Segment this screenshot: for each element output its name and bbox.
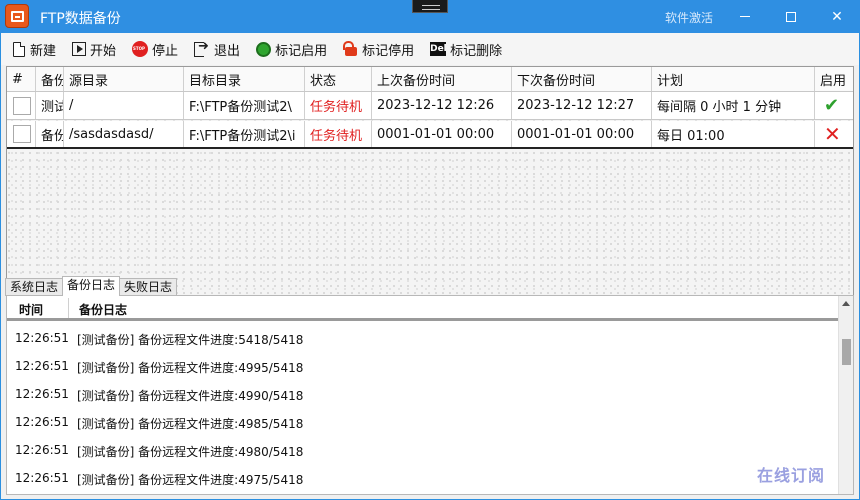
play-icon bbox=[72, 42, 87, 56]
mark-enable-label: 标记启用 bbox=[275, 43, 328, 59]
mark-delete-label: 标记删除 bbox=[450, 43, 503, 59]
task-source: /sasdasdasd/ bbox=[64, 121, 184, 147]
table-row[interactable]: 备份 /sasdasdasd/ F:\FTP备份测试2\i 任务待机 0001-… bbox=[7, 121, 853, 149]
cross-icon[interactable]: ✕ bbox=[824, 122, 841, 146]
new-button[interactable]: 新建 bbox=[11, 40, 56, 59]
col-header-enabled[interactable]: 启用 bbox=[815, 67, 853, 91]
log-message: [测试备份] 备份远程文件进度:5418/5418 bbox=[77, 333, 304, 347]
log-header-time[interactable]: 时间 bbox=[19, 301, 43, 318]
col-header-source[interactable]: 源目录 bbox=[64, 67, 184, 91]
task-last-time: 0001-01-01 00:00 bbox=[372, 121, 512, 147]
scroll-up-icon[interactable] bbox=[842, 301, 850, 306]
tab-failure-log[interactable]: 失败日志 bbox=[119, 278, 178, 296]
log-header: 时间 备份日志 bbox=[7, 296, 839, 321]
col-header-index[interactable]: # bbox=[7, 67, 36, 91]
title-bar[interactable]: FTP数据备份 软件激活 ✕ bbox=[0, 0, 860, 33]
col-header-next[interactable]: 下次备份时间 bbox=[512, 67, 652, 91]
log-message: [测试备份] 备份远程文件进度:4975/5418 bbox=[77, 473, 304, 487]
task-plan: 每间隔 0 小时 1 分钟 bbox=[652, 92, 815, 119]
watermark-text: 在线订阅 bbox=[757, 466, 826, 485]
task-status: 任务待机 bbox=[305, 121, 372, 147]
exit-icon bbox=[194, 39, 210, 57]
col-header-status[interactable]: 状态 bbox=[305, 67, 372, 91]
list-item[interactable]: 12:26:51 [测试备份] 备份远程文件进度:4985/5418 bbox=[7, 408, 837, 436]
new-file-icon bbox=[13, 41, 25, 57]
start-button[interactable]: 开始 bbox=[72, 40, 116, 59]
task-target: F:\FTP备份测试2\i bbox=[184, 121, 305, 147]
new-label: 新建 bbox=[30, 43, 57, 59]
stop-button[interactable]: 停止 bbox=[132, 40, 178, 59]
minimize-button[interactable] bbox=[722, 0, 768, 33]
activate-link[interactable]: 软件激活 bbox=[665, 9, 713, 26]
list-item[interactable]: 12:26:51 [测试备份] 备份远程文件进度:4980/5418 bbox=[7, 436, 837, 464]
window-title: FTP数据备份 bbox=[40, 11, 121, 27]
task-name: 备份 bbox=[36, 121, 64, 147]
stop-label: 停止 bbox=[152, 43, 179, 59]
list-item[interactable]: 12:26:51 [测试备份] 备份远程文件进度:4975/5418 bbox=[7, 464, 837, 492]
col-header-last[interactable]: 上次备份时间 bbox=[372, 67, 512, 91]
log-message: [测试备份] 备份远程文件进度:4985/5418 bbox=[77, 417, 304, 431]
main-area: 新建 开始 停止 退出 标记启用 标记停用 Del 标记删除 # bbox=[1, 33, 859, 499]
app-icon bbox=[5, 4, 29, 28]
list-item[interactable]: 12:26:51 [测试备份] 备份远程文件进度:5418/5418 bbox=[7, 324, 837, 352]
toolbar: 新建 开始 停止 退出 标记启用 标记停用 Del 标记删除 bbox=[1, 33, 859, 65]
task-status: 任务待机 bbox=[305, 92, 372, 119]
task-source: / bbox=[64, 92, 184, 119]
start-label: 开始 bbox=[90, 43, 117, 59]
grid-header: # 备份 源目录 目标目录 状态 上次备份时间 下次备份时间 计划 启用 bbox=[7, 67, 853, 92]
row-checkbox[interactable] bbox=[13, 96, 31, 115]
task-target: F:\FTP备份测试2\ bbox=[184, 92, 305, 119]
log-message: [测试备份] 备份远程文件进度:4995/5418 bbox=[77, 361, 304, 375]
tab-backup-log[interactable]: 备份日志 bbox=[62, 276, 121, 296]
close-button[interactable]: ✕ bbox=[814, 0, 860, 33]
log-message: [测试备份] 备份远程文件进度:4980/5418 bbox=[77, 445, 304, 459]
tab-system-log[interactable]: 系统日志 bbox=[5, 278, 64, 296]
drag-handle[interactable] bbox=[412, 0, 448, 13]
log-time: 12:26:51 bbox=[15, 471, 69, 485]
green-dot-icon bbox=[256, 41, 272, 57]
minimize-icon bbox=[740, 16, 750, 17]
stop-icon bbox=[132, 41, 149, 57]
scroll-thumb[interactable] bbox=[842, 339, 851, 365]
maximize-button[interactable] bbox=[768, 0, 814, 33]
exit-label: 退出 bbox=[214, 43, 241, 59]
mark-disable-label: 标记停用 bbox=[362, 43, 415, 59]
row-checkbox[interactable] bbox=[13, 125, 31, 143]
log-tabs: 系统日志 备份日志 失败日志 bbox=[5, 276, 178, 296]
log-time: 12:26:51 bbox=[15, 415, 69, 429]
log-time: 12:26:51 bbox=[15, 387, 69, 401]
checkmark-icon[interactable]: ✔ bbox=[824, 95, 839, 116]
task-next-time: 2023-12-12 12:27 bbox=[512, 92, 652, 119]
log-message: [测试备份] 备份远程文件进度:4990/5418 bbox=[77, 389, 304, 403]
task-plan: 每日 01:00 bbox=[652, 121, 815, 147]
unlock-icon bbox=[343, 41, 358, 57]
task-last-time: 2023-12-12 12:26 bbox=[372, 92, 512, 119]
col-header-name[interactable]: 备份 bbox=[36, 67, 64, 91]
mark-disable-button[interactable]: 标记停用 bbox=[343, 40, 414, 59]
log-time: 12:26:51 bbox=[15, 331, 69, 345]
task-name: 测试备份 bbox=[36, 92, 64, 119]
list-item[interactable]: 12:26:51 [测试备份] 备份远程文件进度:4995/5418 bbox=[7, 352, 837, 380]
col-header-plan[interactable]: 计划 bbox=[652, 67, 815, 91]
log-scrollbar[interactable] bbox=[838, 296, 853, 494]
log-time: 12:26:51 bbox=[15, 359, 69, 373]
exit-button[interactable]: 退出 bbox=[194, 39, 241, 59]
log-panel[interactable]: 时间 备份日志 12:26:51 [测试备份] 备份远程文件进度:5418/54… bbox=[6, 295, 854, 495]
close-icon: ✕ bbox=[831, 8, 843, 25]
table-row[interactable]: 测试备份 / F:\FTP备份测试2\ 任务待机 2023-12-12 12:2… bbox=[7, 92, 853, 120]
col-header-target[interactable]: 目标目录 bbox=[184, 67, 305, 91]
mark-delete-button[interactable]: Del 标记删除 bbox=[430, 40, 502, 59]
mark-enable-button[interactable]: 标记启用 bbox=[256, 40, 327, 59]
del-key-icon: Del bbox=[430, 42, 447, 56]
log-header-message[interactable]: 备份日志 bbox=[79, 301, 127, 318]
maximize-icon bbox=[786, 11, 796, 22]
list-item[interactable]: 12:26:51 [测试备份] 备份远程文件进度:4990/5418 bbox=[7, 380, 837, 408]
log-time: 12:26:51 bbox=[15, 443, 69, 457]
task-grid[interactable]: # 备份 源目录 目标目录 状态 上次备份时间 下次备份时间 计划 启用 测试备… bbox=[6, 66, 854, 299]
task-next-time: 0001-01-01 00:00 bbox=[512, 121, 652, 147]
